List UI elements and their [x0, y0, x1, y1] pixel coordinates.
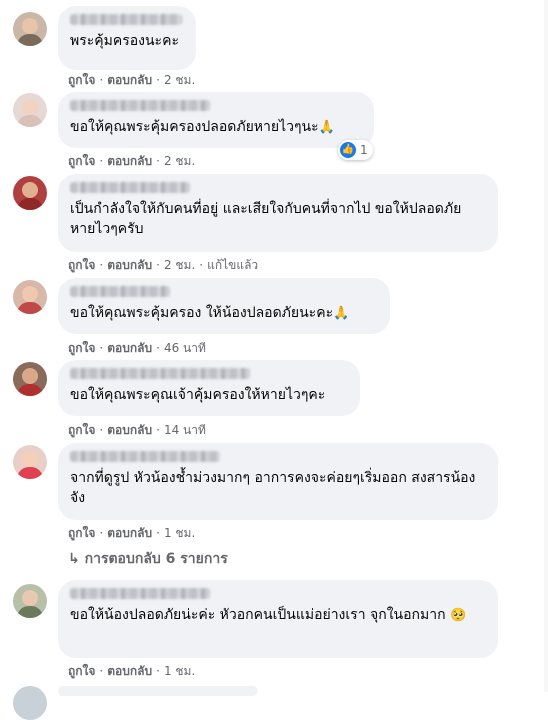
like-button[interactable]: ถูกใจ	[68, 341, 95, 355]
timestamp[interactable]: 46 นาที	[164, 341, 206, 355]
comment-text: เป็นกำลังใจให้กับคนที่อยู่ และเสียใจกับค…	[70, 201, 462, 237]
like-icon: 👍	[340, 142, 356, 158]
reply-button[interactable]: ตอบกลับ	[107, 73, 152, 87]
reply-button[interactable]: ตอบกลับ	[107, 154, 152, 168]
scrollbar[interactable]	[544, 0, 548, 692]
like-button[interactable]: ถูกใจ	[68, 154, 95, 168]
author-name[interactable]	[70, 182, 190, 193]
comment-text: ขอให้คุณพระคุณเจ้าคุ้มครองให้หายไวๆคะ	[70, 387, 326, 403]
timestamp[interactable]: 1 ชม.	[164, 526, 195, 540]
avatar[interactable]	[13, 93, 47, 127]
avatar[interactable]	[13, 445, 47, 479]
avatar[interactable]	[13, 362, 47, 396]
reply-button[interactable]: ตอบกลับ	[107, 258, 152, 272]
like-button[interactable]: ถูกใจ	[68, 664, 95, 678]
avatar[interactable]	[13, 686, 47, 720]
comment-bubble	[58, 686, 258, 696]
comment-text: พระคุ้มครองนะคะ	[70, 33, 179, 49]
timestamp[interactable]: 2 ชม.	[164, 258, 195, 272]
comment-text: จากที่ดูรูป หัวน้องช้ำม่วงมากๆ อาการคงจะ…	[70, 470, 476, 506]
edited-label[interactable]: แก้ไขแล้ว	[207, 258, 258, 272]
comment-text: ขอให้น้องปลอดภัยน่ะค่ะ หัวอกคนเป็นแม่อย่…	[70, 607, 446, 623]
pleading-face-emoji: 🥺	[450, 608, 467, 623]
author-name[interactable]	[70, 100, 210, 111]
like-button[interactable]: ถูกใจ	[68, 423, 95, 437]
author-name[interactable]	[70, 286, 170, 297]
author-name[interactable]	[70, 368, 250, 379]
author-name[interactable]	[70, 14, 182, 25]
view-replies-link[interactable]: ↳ การตอบกลับ 6 รายการ	[68, 548, 228, 570]
author-name[interactable]	[70, 451, 220, 462]
folded-hands-emoji: 🙏	[318, 120, 335, 135]
avatar[interactable]	[13, 280, 47, 314]
reply-button[interactable]: ตอบกลับ	[107, 423, 152, 437]
timestamp[interactable]: 2 ชม.	[164, 73, 195, 87]
reply-button[interactable]: ตอบกลับ	[107, 341, 152, 355]
timestamp[interactable]: 14 นาที	[164, 423, 206, 437]
folded-hands-emoji: 🙏	[333, 306, 350, 321]
reply-button[interactable]: ตอบกลับ	[107, 664, 152, 678]
like-button[interactable]: ถูกใจ	[68, 258, 95, 272]
timestamp[interactable]: 2 ชม.	[164, 154, 195, 168]
reaction-count[interactable]: 👍 1	[338, 140, 373, 160]
reply-button[interactable]: ตอบกลับ	[107, 526, 152, 540]
comment-text: ขอให้คุณพระคุ้มครอง ให้น้องปลอดภัยนะคะ	[70, 305, 334, 321]
timestamp[interactable]: 1 ชม.	[164, 664, 195, 678]
avatar[interactable]	[13, 12, 47, 46]
avatar[interactable]	[13, 176, 47, 210]
like-button[interactable]: ถูกใจ	[68, 526, 95, 540]
author-name[interactable]	[70, 588, 210, 599]
like-button[interactable]: ถูกใจ	[68, 73, 95, 87]
comment-text: ขอให้คุณพระคุ้มครองปลอดภัยหายไวๆนะ	[70, 119, 319, 135]
avatar[interactable]	[13, 584, 47, 618]
